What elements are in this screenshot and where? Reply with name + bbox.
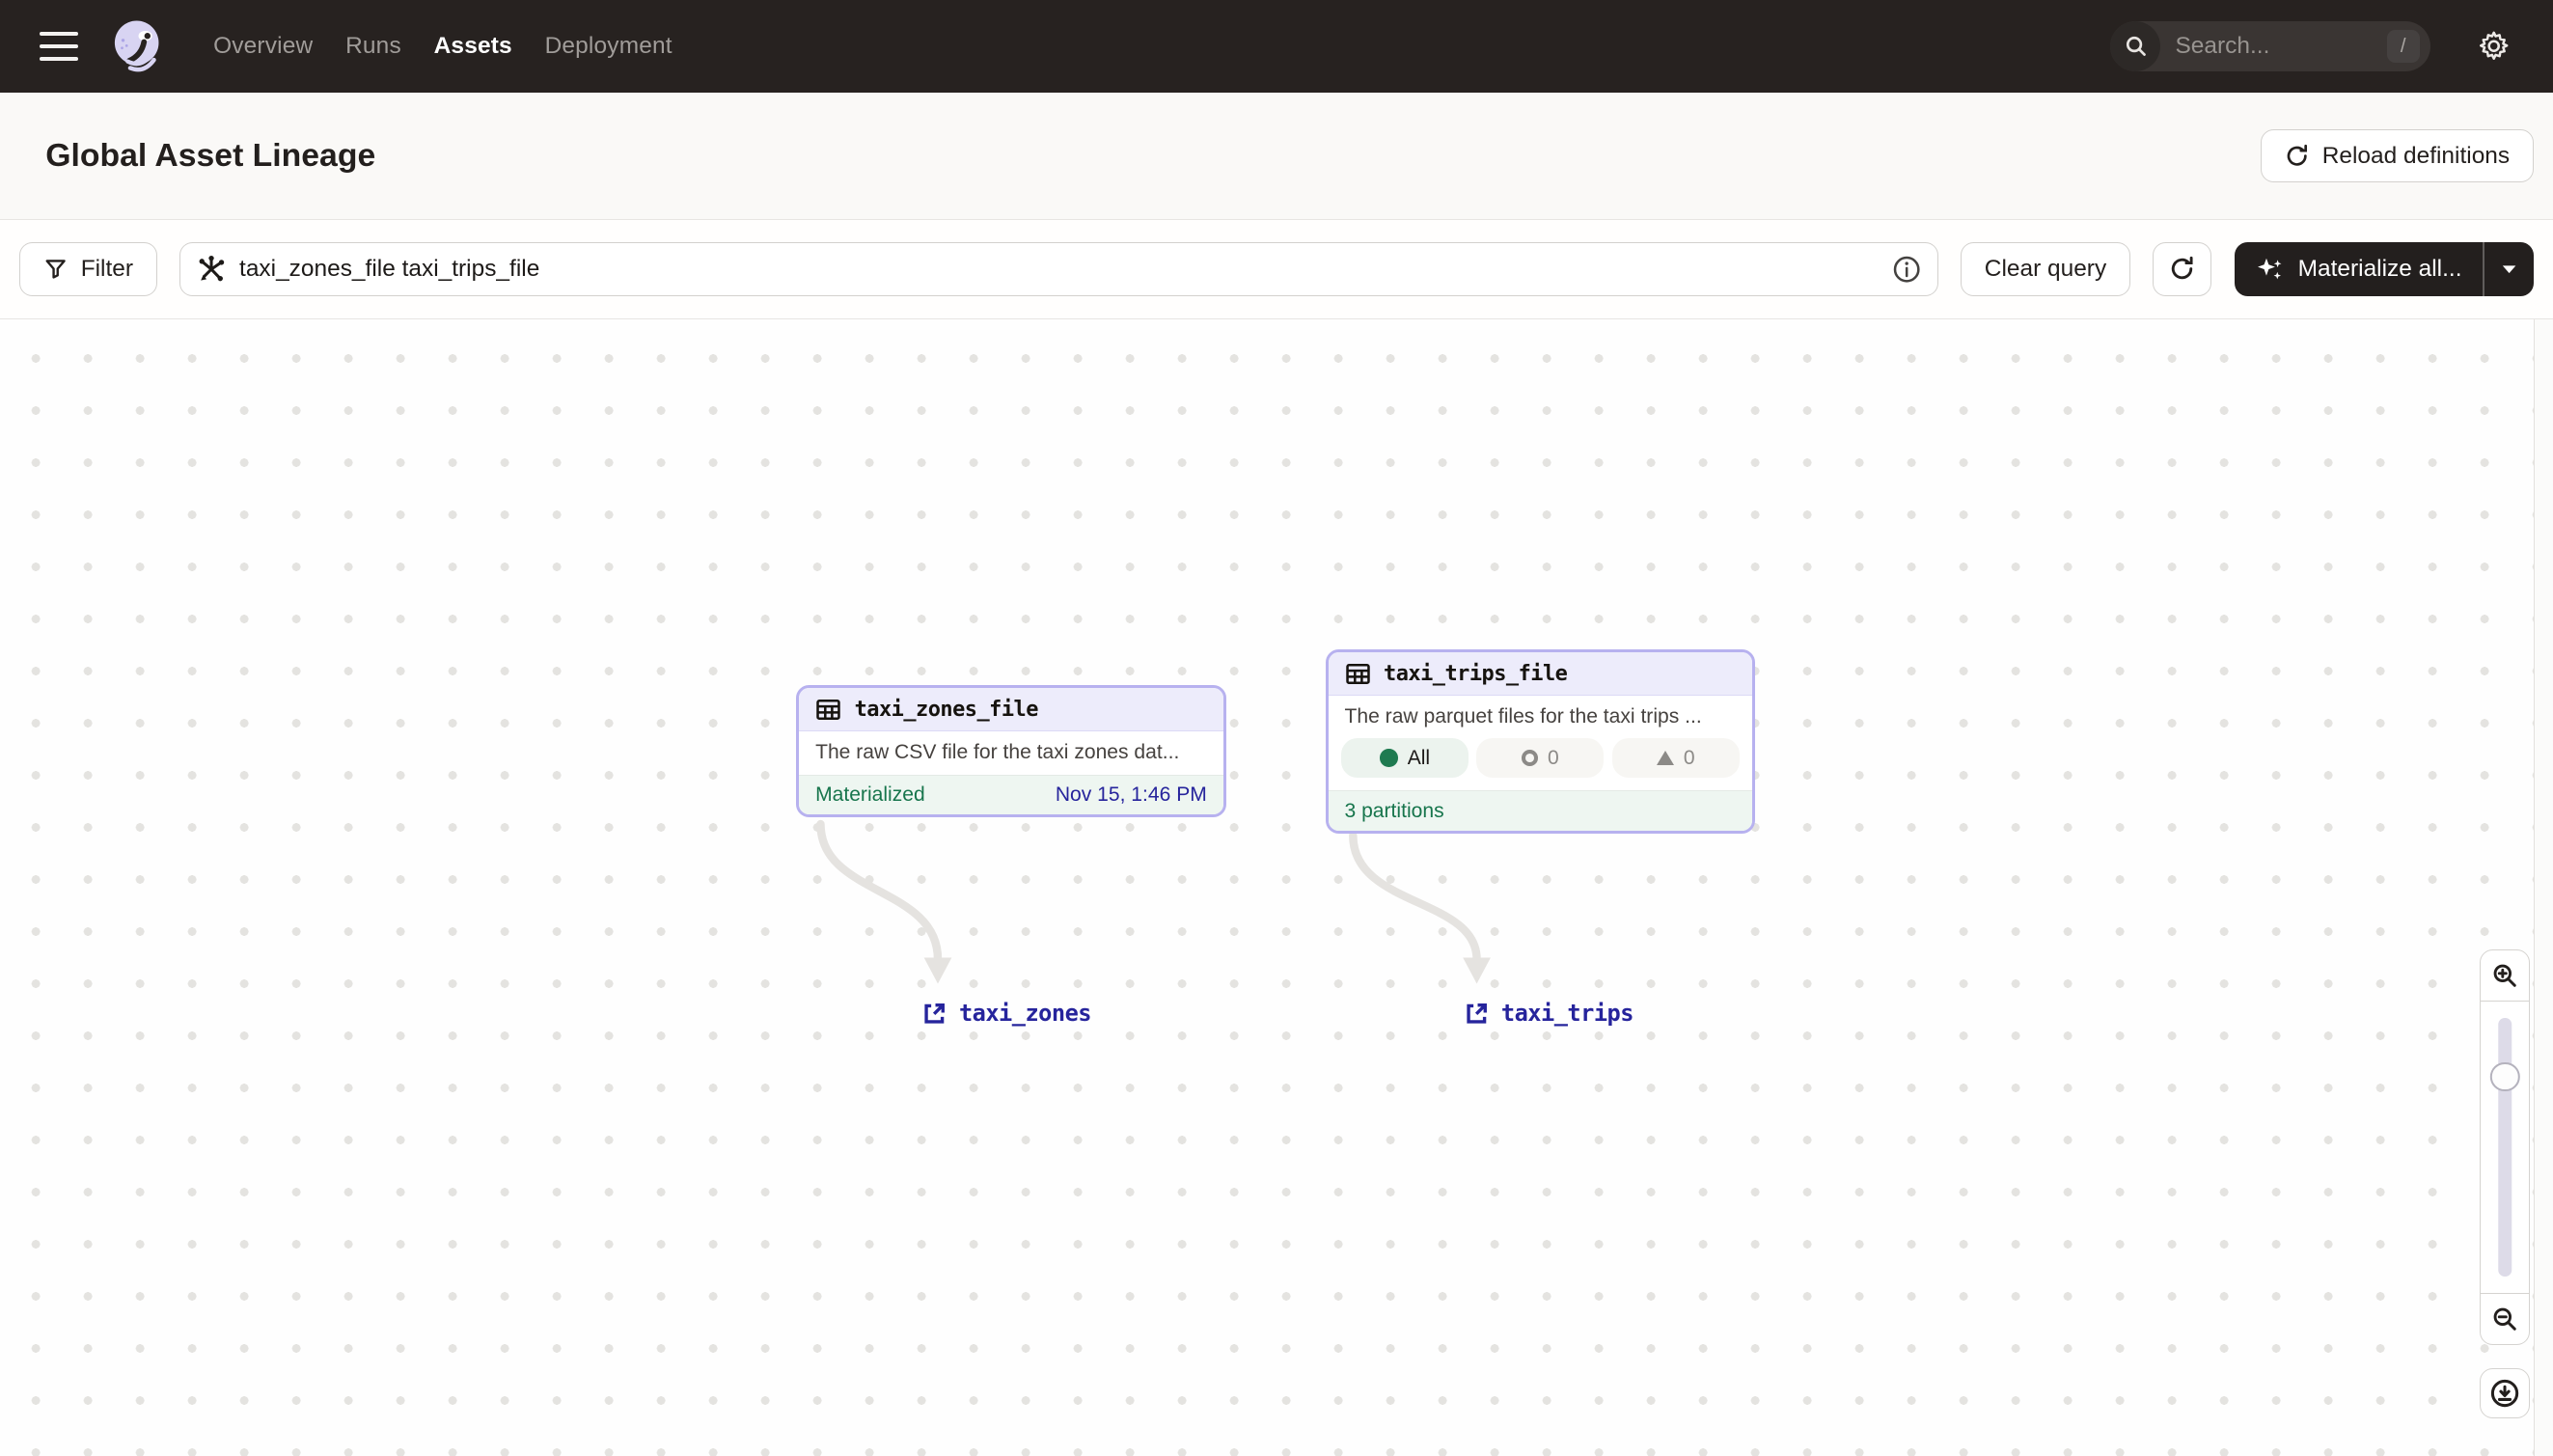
zoom-in-button[interactable] [2481, 950, 2529, 1001]
partitions-failed-pill[interactable]: 0 [1611, 738, 1740, 778]
asset-description: The raw parquet files for the taxi trips… [1344, 705, 1702, 728]
dagster-app: Overview Runs Assets Deployment / Global… [0, 0, 2553, 1456]
caret-down-icon [2502, 265, 2516, 273]
asset-node-taxi-zones-file[interactable]: taxi_zones_file The raw CSV file for the… [796, 685, 1226, 818]
downstream-link-taxi-trips[interactable]: taxi_trips [1464, 1000, 1633, 1027]
nav-item-overview[interactable]: Overview [213, 33, 313, 60]
table-icon [816, 699, 840, 720]
refresh-query-button[interactable] [2153, 241, 2212, 296]
nav-item-runs[interactable]: Runs [345, 33, 401, 60]
nav-item-assets[interactable]: Assets [434, 33, 512, 60]
zoom-slider-track[interactable] [2498, 1018, 2512, 1277]
download-icon [2491, 1379, 2519, 1407]
arrowhead-taxi-trips [1463, 957, 1491, 984]
clear-query-button[interactable]: Clear query [1961, 241, 2130, 296]
zoom-in-icon [2493, 964, 2516, 987]
zoom-out-button[interactable] [2481, 1294, 2529, 1344]
download-image-button[interactable] [2480, 1367, 2531, 1418]
primary-nav: Overview Runs Assets Deployment [213, 33, 673, 60]
arrowhead-taxi-zones [923, 957, 952, 984]
clear-query-label: Clear query [1984, 255, 2107, 282]
table-icon [1345, 663, 1370, 684]
filter-funnel-icon [45, 260, 66, 279]
page-header: Global Asset Lineage Reload definitions [0, 93, 2553, 220]
sparkle-icon [2257, 258, 2282, 279]
dagster-logo-icon[interactable] [109, 18, 164, 73]
lineage-edges [816, 819, 1491, 984]
top-nav-bar: Overview Runs Assets Deployment / [0, 0, 2553, 94]
zoom-out-icon [2493, 1307, 2516, 1331]
asset-description: The raw CSV file for the taxi zones dat.… [815, 741, 1180, 764]
partitions-missing-pill[interactable]: 0 [1476, 738, 1605, 778]
asset-name: taxi_zones_file [854, 697, 1039, 722]
reload-icon [2287, 144, 2307, 166]
search-input[interactable] [2160, 33, 2387, 61]
failed-triangle-icon [1656, 751, 1674, 766]
open-in-new-icon [1467, 1003, 1488, 1024]
link-label: taxi_zones [958, 1000, 1092, 1028]
partition-status-pills: All 0 0 [1329, 738, 1752, 790]
partitions-count-label[interactable]: 3 partitions [1345, 800, 1444, 823]
asset-partitions-footer: 3 partitions [1328, 790, 1753, 832]
scrollbar-track[interactable] [2533, 318, 2553, 1456]
link-label: taxi_trips [1500, 1000, 1634, 1028]
zoom-slider-thumb[interactable] [2490, 1061, 2520, 1091]
materialize-all-split-button: Materialize all... [2234, 241, 2534, 296]
missing-ring-icon [1522, 750, 1538, 767]
nav-item-deployment[interactable]: Deployment [545, 33, 673, 60]
materialized-timestamp[interactable]: Nov 15, 1:46 PM [1056, 783, 1207, 807]
filter-label: Filter [80, 255, 134, 282]
materialize-all-button[interactable]: Materialize all... [2235, 242, 2484, 296]
reload-definitions-button[interactable]: Reload definitions [2261, 128, 2534, 183]
menu-icon[interactable] [39, 32, 78, 62]
settings-gear-icon[interactable] [2477, 29, 2511, 63]
query-info-icon[interactable] [1892, 255, 1921, 284]
open-in-new-icon [924, 1003, 946, 1024]
partitions-materialized-pill[interactable]: All [1341, 738, 1469, 778]
global-search[interactable]: / [2110, 20, 2431, 72]
materialized-dot-icon [1380, 749, 1398, 767]
materialized-status-label: Materialized [815, 783, 925, 806]
pill-label: 0 [1683, 746, 1695, 769]
asset-node-header: taxi_trips_file [1328, 652, 1753, 697]
lineage-toolbar: Filter Clear query [0, 219, 2553, 319]
op-selector-icon [199, 255, 225, 282]
edge-taxi-trips [1349, 831, 1481, 964]
refresh-icon [2172, 257, 2193, 280]
asset-status-footer: Materialized Nov 15, 1:46 PM [799, 774, 1223, 815]
edge-taxi-zones [816, 819, 943, 964]
downstream-link-taxi-zones[interactable]: taxi_zones [921, 1000, 1092, 1028]
page-title: Global Asset Lineage [45, 137, 376, 174]
pill-label: All [1407, 746, 1431, 769]
zoom-slider [2481, 1001, 2530, 1294]
asset-node-header: taxi_zones_file [799, 688, 1223, 732]
lineage-graph-canvas[interactable]: taxi_zones_file The raw CSV file for the… [0, 318, 2553, 1456]
pill-label: 0 [1548, 746, 1559, 769]
search-icon [2110, 20, 2161, 72]
asset-selection-field [179, 241, 1938, 296]
asset-query-input[interactable] [179, 241, 1938, 296]
materialize-dropdown-caret[interactable] [2484, 242, 2534, 296]
asset-node-taxi-trips-file[interactable]: taxi_trips_file The raw parquet files fo… [1325, 649, 1756, 835]
materialize-all-label: Materialize all... [2297, 255, 2462, 282]
filter-button[interactable]: Filter [19, 241, 157, 296]
reload-definitions-label: Reload definitions [2321, 142, 2511, 169]
zoom-controls [2480, 948, 2531, 1346]
search-shortcut-badge: / [2386, 30, 2420, 63]
asset-name: taxi_trips_file [1384, 661, 1568, 686]
